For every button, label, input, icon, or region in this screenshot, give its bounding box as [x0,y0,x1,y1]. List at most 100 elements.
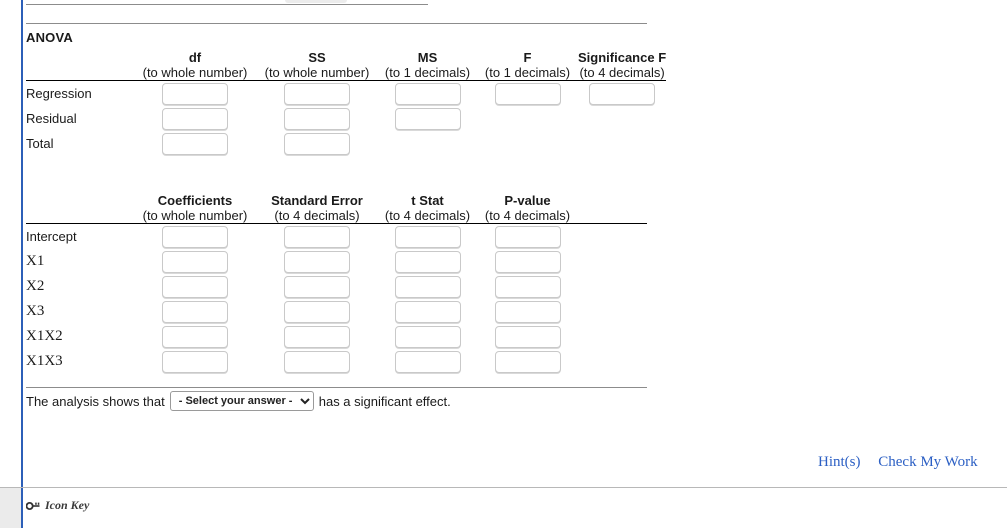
anova-cell-total-sigf-empty [578,131,666,156]
anova-cell-regression-ms [378,81,477,107]
input-x1x2-coefficient[interactable] [162,325,228,348]
anova-precision-ss: (to whole number) [256,65,378,81]
anova-cell-total-ms-empty [378,131,477,156]
coef-col-p-value: P-value [504,193,551,208]
anova-subcorner-cell [26,65,134,81]
input-intercept-t-stat[interactable] [394,225,461,248]
coef-precision-standard-error: (to 4 decimals) [256,208,378,224]
coef-header-row: Coefficients Standard Error t Stat P-val… [26,193,647,208]
input-x1-t-stat[interactable] [394,250,461,273]
clipped-control-above [285,0,347,3]
input-x3-standard-error[interactable] [284,300,350,323]
divider-top [26,4,428,5]
coef-cell-x2-pvalue [477,274,578,299]
input-x3-p-value[interactable] [494,300,561,323]
input-x1x3-coefficient[interactable] [162,350,228,373]
footer-left-gutter [0,487,21,528]
input-x1x2-t-stat[interactable] [394,325,461,348]
anova-cell-residual-ms [378,106,477,131]
anova-col-sigf: Significance F [578,50,667,65]
input-regression-f[interactable] [494,82,561,105]
anova-precision-ms: (to 1 decimals) [378,65,477,81]
anova-cell-regression-f [477,81,578,107]
input-x2-coefficient[interactable] [162,275,228,298]
hints-link[interactable]: Hint(s) [818,454,861,470]
input-regression-significance-f[interactable] [589,82,656,105]
coef-spacer-x2 [578,274,647,299]
input-x1x2-standard-error[interactable] [284,325,350,348]
check-my-work-link[interactable]: Check My Work [878,454,977,470]
coef-cell-x1-stderr [256,249,378,274]
input-x1x2-p-value[interactable] [494,325,561,348]
action-links: Hint(s) Check My Work [818,454,978,471]
coef-cell-x3-tstat [378,299,477,324]
coef-cell-x1-pvalue [477,249,578,274]
anova-precision-sigf: (to 4 decimals) [578,65,667,81]
input-x2-p-value[interactable] [494,275,561,298]
significant-effect-select[interactable]: - Select your answer - [169,391,314,411]
input-intercept-standard-error[interactable] [284,225,350,248]
anova-cell-residual-ss [256,106,378,131]
coefficients-table: Coefficients Standard Error t Stat P-val… [26,193,647,374]
input-x1-coefficient[interactable] [162,250,228,273]
coef-cell-x2-tstat [378,274,477,299]
table-row: X1X3 [26,349,647,374]
anova-header-row: df SS MS F Significance F [26,50,666,65]
table-row: X1 [26,249,647,274]
icon-key-label: Icon Key [45,498,90,512]
anova-cell-residual-sigf-empty [578,106,666,131]
coef-cell-intercept-tstat [378,224,477,250]
anova-cell-total-df [134,131,256,156]
table-row: Residual [26,106,666,131]
anova-row-label-regression: Regression [26,86,92,101]
anova-precision-f: (to 1 decimals) [477,65,578,81]
input-residual-df[interactable] [162,107,228,130]
input-x1x3-standard-error[interactable] [284,350,350,373]
table-row: X1X2 [26,324,647,349]
input-x1-standard-error[interactable] [284,250,350,273]
input-regression-df[interactable] [162,82,228,105]
icon-key[interactable]: Icon Key [26,498,89,513]
divider-section [26,23,647,24]
input-x2-t-stat[interactable] [394,275,461,298]
coef-cell-x1x3-coefficient [134,349,256,374]
input-x3-coefficient[interactable] [162,300,228,323]
anova-cell-regression-ss [256,81,378,107]
coef-cell-x1x2-stderr [256,324,378,349]
left-accent-rail [21,0,23,528]
input-regression-ms[interactable] [394,82,461,105]
coef-col-coefficients: Coefficients [157,193,233,208]
input-x1x3-t-stat[interactable] [394,350,461,373]
anova-cell-total-f-empty [477,131,578,156]
coef-cell-x2-coefficient [134,274,256,299]
coef-col-t-stat: t Stat [411,193,444,208]
input-x3-t-stat[interactable] [394,300,461,323]
table-row: Total [26,131,666,156]
input-total-df[interactable] [162,132,228,155]
coef-spacer-x1x3 [578,349,647,374]
anova-table: df SS MS F Significance F (to whole numb… [26,50,667,156]
input-x1-p-value[interactable] [494,250,561,273]
input-residual-ss[interactable] [284,107,350,130]
coef-cell-x3-stderr [256,299,378,324]
input-x2-standard-error[interactable] [284,275,350,298]
table-row: Regression [26,81,666,107]
input-residual-ms[interactable] [394,107,461,130]
anova-col-df: df [188,50,202,65]
input-total-ss[interactable] [284,132,350,155]
coef-row-label-x3: X3 [26,303,45,319]
coef-cell-x1x2-coefficient [134,324,256,349]
input-intercept-coefficient[interactable] [162,225,228,248]
input-intercept-p-value[interactable] [494,225,561,248]
coef-cell-x1x2-tstat [378,324,477,349]
input-x1x3-p-value[interactable] [494,350,561,373]
conclusion-sentence: The analysis shows that - Select your an… [26,391,451,411]
coef-cell-x3-pvalue [477,299,578,324]
anova-cell-total-ss [256,131,378,156]
divider-below-coefficients [26,387,647,388]
coef-spacer-cell [578,193,647,208]
input-regression-ss[interactable] [284,82,350,105]
anova-col-f: F [523,50,532,65]
table-row: X3 [26,299,647,324]
coef-precision-t-stat: (to 4 decimals) [378,208,477,224]
